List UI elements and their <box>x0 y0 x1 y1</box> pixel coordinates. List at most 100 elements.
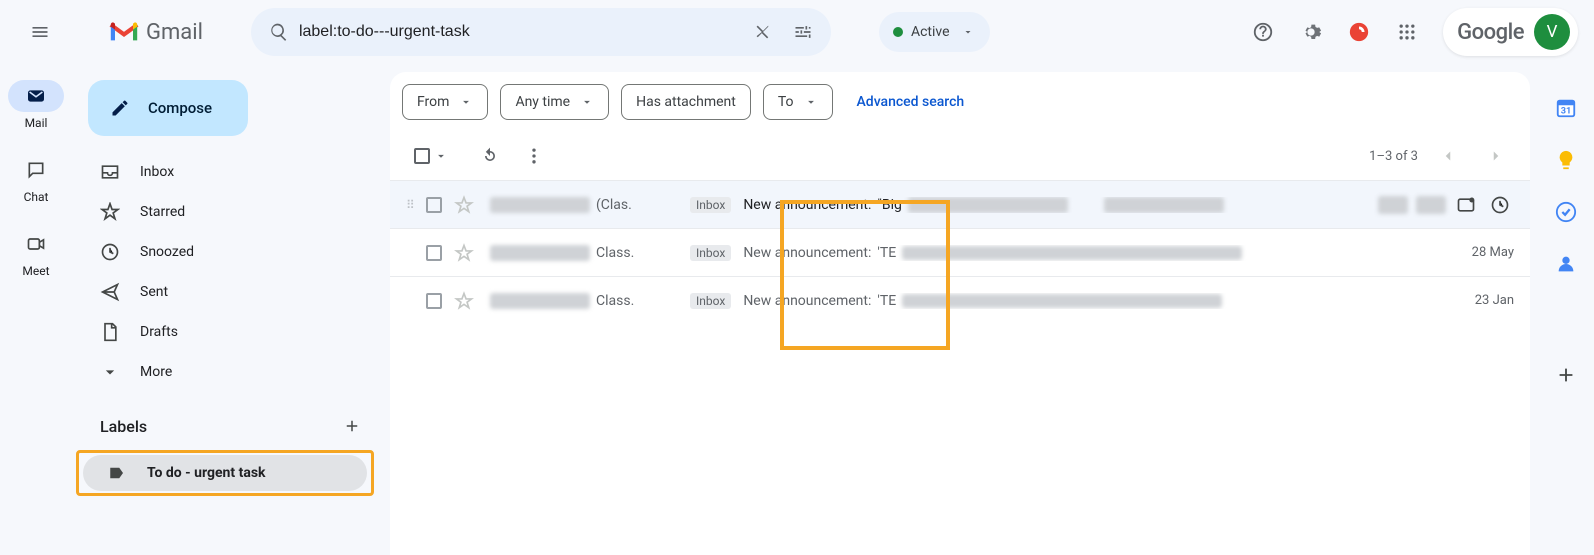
redacted-icon <box>1378 196 1408 214</box>
clock-icon <box>100 242 120 262</box>
nav-sent[interactable]: Sent <box>72 272 382 312</box>
select-all[interactable] <box>414 148 448 164</box>
gmail-logo[interactable]: Gmail <box>108 20 203 45</box>
gear-icon <box>1300 21 1322 43</box>
status-chip[interactable]: Active <box>879 12 990 52</box>
subject: Inbox New announcement: 'TE <box>690 245 1456 261</box>
add-addon-button[interactable] <box>1555 364 1577 386</box>
row-star[interactable] <box>454 243 474 263</box>
filter-attach-label: Has attachment <box>636 94 736 110</box>
inbox-badge: Inbox <box>690 245 731 261</box>
hamburger-icon <box>30 22 50 42</box>
red-circle-icon <box>1348 21 1370 43</box>
search-input[interactable] <box>299 23 743 41</box>
select-all-checkbox[interactable] <box>414 148 430 164</box>
rail-meet[interactable]: Meet <box>8 228 64 278</box>
chevron-right-icon <box>1487 147 1505 165</box>
keep-icon <box>1555 149 1577 171</box>
tune-icon <box>793 22 813 42</box>
clock-icon <box>1490 195 1510 215</box>
plus-icon <box>343 417 361 435</box>
refresh-button[interactable] <box>472 138 508 174</box>
nav-snoozed[interactable]: Snoozed <box>72 232 382 272</box>
nav-sent-label: Sent <box>140 284 168 300</box>
star-outline-icon <box>454 195 474 215</box>
label-to-do-urgent[interactable]: To do - urgent task <box>83 455 367 491</box>
redacted-text <box>490 245 590 261</box>
mail-row[interactable]: ⠿ Class. Inbox New announcement: 'TE 23 … <box>390 276 1530 324</box>
filter-has-attachment[interactable]: Has attachment <box>621 84 751 120</box>
star-icon <box>100 202 120 222</box>
subject-suffix: 'TE <box>877 245 896 261</box>
snooze-button[interactable] <box>1486 191 1514 219</box>
settings-button[interactable] <box>1291 12 1331 52</box>
account-pill[interactable]: Google V <box>1443 8 1578 56</box>
compose-label: Compose <box>148 99 212 117</box>
subject: Inbox New announcement: 'TE <box>690 293 1459 309</box>
main-panel: From Any time Has attachment To Advanced… <box>390 72 1530 555</box>
advanced-search-link[interactable]: Advanced search <box>857 94 965 110</box>
add-label-button[interactable] <box>338 412 366 440</box>
support-button[interactable] <box>1243 12 1283 52</box>
header-right: Google V <box>1243 8 1578 56</box>
drag-handle-icon[interactable]: ⠿ <box>406 198 418 212</box>
inbox-badge: Inbox <box>690 293 731 309</box>
compose-button[interactable]: Compose <box>88 80 248 136</box>
filter-to[interactable]: To <box>763 84 833 120</box>
redacted-text <box>1104 197 1224 213</box>
chevron-down-icon <box>459 95 473 109</box>
extension-button[interactable] <box>1339 12 1379 52</box>
rail-meet-label: Meet <box>22 264 49 278</box>
row-star[interactable] <box>454 291 474 311</box>
row-star[interactable] <box>454 195 474 215</box>
redacted-text <box>490 197 590 213</box>
page-next[interactable] <box>1478 138 1514 174</box>
filter-time-label: Any time <box>515 94 570 110</box>
filter-from[interactable]: From <box>402 84 488 120</box>
rail-chat-label: Chat <box>24 190 49 204</box>
mail-row[interactable]: ⠿ Class. Inbox New announcement: 'TE 28 … <box>390 228 1530 276</box>
mail-date: 28 May <box>1456 245 1514 260</box>
contacts-icon <box>1555 253 1577 275</box>
filter-any-time[interactable]: Any time <box>500 84 609 120</box>
tasks-app[interactable] <box>1554 200 1578 224</box>
mark-unread-button[interactable] <box>1452 191 1480 219</box>
label-tag-icon <box>107 463 127 483</box>
avatar[interactable]: V <box>1534 14 1570 50</box>
calendar-app[interactable]: 31 <box>1554 96 1578 120</box>
rail-mail[interactable]: Mail <box>8 80 64 130</box>
keep-app[interactable] <box>1554 148 1578 172</box>
rail-chat[interactable]: Chat <box>8 154 64 204</box>
labels-header: Labels <box>72 392 382 450</box>
nav-inbox[interactable]: Inbox <box>72 152 382 192</box>
redacted-text <box>902 294 1222 308</box>
plus-icon <box>1555 364 1577 386</box>
row-checkbox[interactable] <box>426 245 442 261</box>
mail-date: 23 Jan <box>1459 293 1514 308</box>
chevron-down-icon <box>962 26 974 38</box>
status-label: Active <box>911 24 950 40</box>
nav-drafts[interactable]: Drafts <box>72 312 382 352</box>
search-button[interactable] <box>259 12 299 52</box>
clear-search-button[interactable] <box>743 12 783 52</box>
google-apps-button[interactable] <box>1387 12 1427 52</box>
inbox-icon <box>100 162 120 182</box>
nav-more[interactable]: More <box>72 352 382 392</box>
contacts-app[interactable] <box>1554 252 1578 276</box>
search-options-button[interactable] <box>783 12 823 52</box>
meet-icon <box>8 228 64 260</box>
more-button[interactable] <box>516 138 552 174</box>
filter-from-label: From <box>417 94 449 110</box>
page-prev[interactable] <box>1430 138 1466 174</box>
calendar-icon: 31 <box>1555 97 1577 119</box>
list-toolbar: 1–3 of 3 <box>390 132 1530 180</box>
nav-starred[interactable]: Starred <box>72 192 382 232</box>
google-text: Google <box>1457 20 1524 45</box>
nav-list: Inbox Starred Snoozed Sent Drafts More <box>72 152 382 392</box>
mail-row[interactable]: ⠿ (Clas. Inbox New announcement: "Big <box>390 180 1530 228</box>
row-checkbox[interactable] <box>426 197 442 213</box>
close-icon <box>753 22 773 42</box>
search-bar <box>251 8 831 56</box>
main-menu-button[interactable] <box>16 8 64 56</box>
row-checkbox[interactable] <box>426 293 442 309</box>
